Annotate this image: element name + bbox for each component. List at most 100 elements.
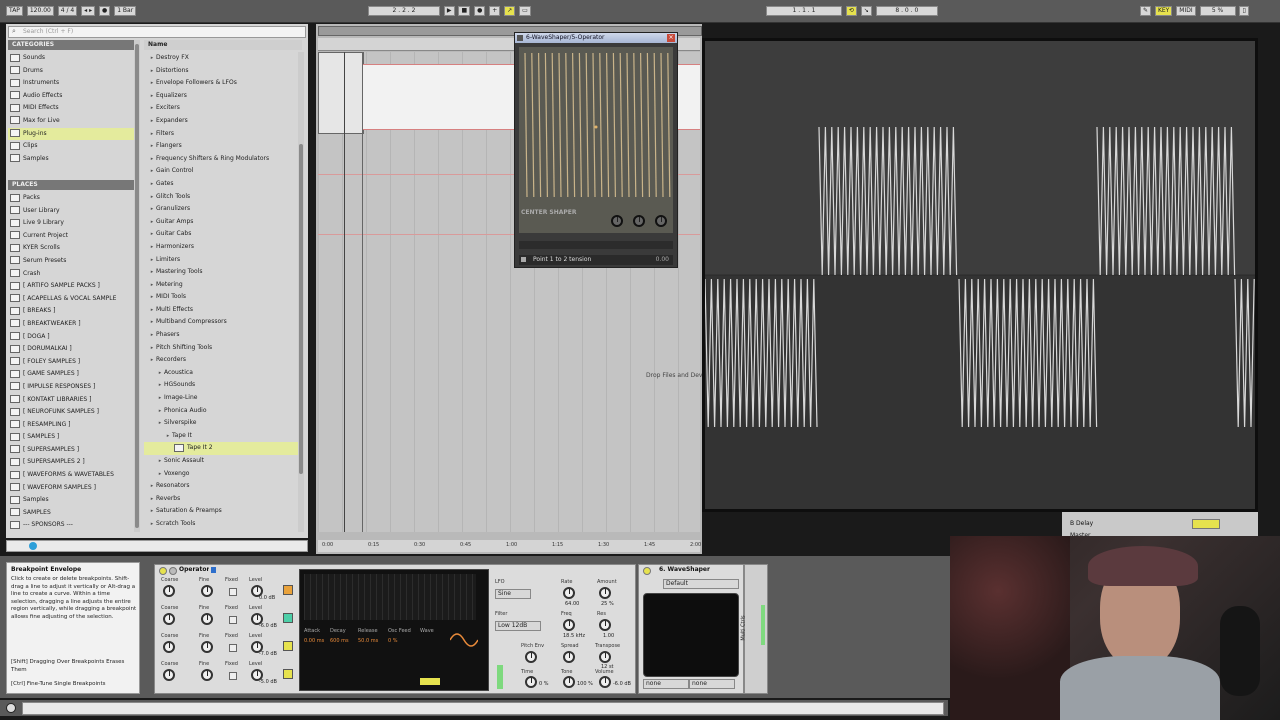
- browser-item[interactable]: ▸ Distortions: [144, 65, 298, 78]
- browser-item[interactable]: ▸ Envelope Followers & LFOs: [144, 77, 298, 90]
- browser-item[interactable]: ▸ Recorders: [144, 354, 298, 367]
- place-item[interactable]: Samples: [8, 494, 134, 507]
- expand-arrow-icon[interactable]: ▸: [148, 342, 156, 355]
- search-box[interactable]: ⌕ Search (Ctrl + F): [8, 26, 306, 38]
- arrangement-position[interactable]: 2 . 2 . 2: [368, 6, 440, 16]
- expand-arrow-icon[interactable]: ▸: [148, 279, 156, 292]
- category-item[interactable]: Clips: [8, 140, 134, 153]
- fine-knob[interactable]: [201, 585, 213, 597]
- category-item[interactable]: Drums: [8, 65, 134, 78]
- env-decay-value[interactable]: 600 ms: [330, 638, 349, 644]
- spread-knob[interactable]: [563, 651, 575, 663]
- browser-preview-strip[interactable]: [6, 540, 308, 552]
- res-knob[interactable]: [599, 619, 611, 631]
- place-item[interactable]: [ DORUMALKAI ]: [8, 343, 134, 356]
- browser-item[interactable]: ▸ Tape It: [144, 430, 298, 443]
- fine-knob[interactable]: [201, 641, 213, 653]
- expand-arrow-icon[interactable]: ▸: [148, 291, 156, 304]
- fixed-toggle[interactable]: [229, 588, 237, 596]
- expand-arrow-icon[interactable]: ▸: [148, 354, 156, 367]
- fixed-toggle[interactable]: [229, 616, 237, 624]
- plugin-knob-1[interactable]: [611, 215, 623, 227]
- browser-item[interactable]: ▸ Phonica Audio: [144, 405, 298, 418]
- place-item[interactable]: [ WAVEFORM SAMPLES ]: [8, 482, 134, 495]
- filter-type-select[interactable]: Low 12dB: [495, 621, 541, 631]
- expand-arrow-icon[interactable]: ▸: [148, 102, 156, 115]
- env-selector-buttons[interactable]: [420, 678, 440, 685]
- browser-item[interactable]: ▸ Destroy FX: [144, 52, 298, 65]
- browser-item[interactable]: ▸ Voxengo: [144, 468, 298, 481]
- info-toggle-icon[interactable]: [6, 703, 16, 713]
- expand-arrow-icon[interactable]: ▸: [148, 90, 156, 103]
- place-item[interactable]: [ GAME SAMPLES ]: [8, 368, 134, 381]
- place-item[interactable]: Serum Presets: [8, 255, 134, 268]
- expand-arrow-icon[interactable]: ▸: [148, 505, 156, 518]
- expand-arrow-icon[interactable]: ▸: [148, 266, 156, 279]
- expand-arrow-icon[interactable]: ▸: [148, 165, 156, 178]
- place-item[interactable]: Packs: [8, 192, 134, 205]
- place-item[interactable]: [ SAMPLES ]: [8, 431, 134, 444]
- expand-arrow-icon[interactable]: ▸: [156, 405, 164, 418]
- place-item[interactable]: [ SUPERSAMPLES ]: [8, 444, 134, 457]
- browser-item[interactable]: ▸ Harmonizers: [144, 241, 298, 254]
- browser-item[interactable]: ▸ Gain Control: [144, 165, 298, 178]
- coarse-knob[interactable]: [163, 641, 175, 653]
- automation-arm-button[interactable]: ↗: [504, 6, 516, 16]
- category-item[interactable]: Audio Effects: [8, 90, 134, 103]
- expand-arrow-icon[interactable]: ▸: [164, 430, 172, 443]
- tempo-field[interactable]: 120.00: [26, 6, 54, 16]
- browser-item[interactable]: ▸ Equalizers: [144, 90, 298, 103]
- category-item[interactable]: Samples: [8, 153, 134, 166]
- freq-knob[interactable]: [563, 619, 575, 631]
- place-item[interactable]: [ BREAKS ]: [8, 305, 134, 318]
- overdub-button[interactable]: +: [489, 6, 501, 16]
- browser-item[interactable]: ▸ Mastering Tools: [144, 266, 298, 279]
- expand-arrow-icon[interactable]: ▸: [148, 216, 156, 229]
- fine-knob[interactable]: [201, 669, 213, 681]
- delay-track-name[interactable]: B Delay: [1070, 520, 1093, 528]
- place-item[interactable]: [ ARTIFO SAMPLE PACKS ]: [8, 280, 134, 293]
- place-item[interactable]: [ BREAKTWEAKER ]: [8, 318, 134, 331]
- place-item[interactable]: [ RESAMPLING ]: [8, 419, 134, 432]
- expand-arrow-icon[interactable]: ▸: [148, 52, 156, 65]
- category-item[interactable]: Sounds: [8, 52, 134, 65]
- transpose-knob[interactable]: [599, 651, 611, 663]
- expand-arrow-icon[interactable]: ▸: [148, 115, 156, 128]
- expand-arrow-icon[interactable]: ▸: [148, 140, 156, 153]
- coarse-knob[interactable]: [163, 613, 175, 625]
- browser-item[interactable]: ▸ Reverbs: [144, 493, 298, 506]
- quantize-select[interactable]: 1 Bar: [114, 6, 137, 16]
- draw-mode-button[interactable]: ✎: [1140, 6, 1152, 16]
- expand-arrow-icon[interactable]: ▸: [148, 241, 156, 254]
- clip-region[interactable]: [318, 52, 364, 134]
- browser-item[interactable]: ▸ Flangers: [144, 140, 298, 153]
- browser-item[interactable]: ▸ Filters: [144, 128, 298, 141]
- rate-knob[interactable]: [563, 587, 575, 599]
- oscillator-select-button[interactable]: [283, 613, 293, 623]
- expand-arrow-icon[interactable]: ▸: [148, 77, 156, 90]
- expand-arrow-icon[interactable]: ▸: [148, 518, 156, 531]
- lfo-wave-select[interactable]: Sine: [495, 589, 531, 599]
- place-item[interactable]: [ ACAPELLAS & VOCAL SAMPLE: [8, 293, 134, 306]
- env-release-value[interactable]: 50.0 ms: [358, 638, 378, 644]
- time-knob[interactable]: [525, 676, 537, 688]
- expand-arrow-icon[interactable]: ▸: [148, 128, 156, 141]
- fine-knob[interactable]: [201, 613, 213, 625]
- category-item[interactable]: Plug-ins: [8, 127, 134, 141]
- place-item[interactable]: User Library: [8, 205, 134, 218]
- envelope-graph[interactable]: [304, 574, 476, 620]
- nudge-buttons[interactable]: ◂ ▸: [81, 6, 96, 16]
- plugin-knob-2[interactable]: [633, 215, 645, 227]
- envelope-display[interactable]: Attack Decay Release Osc Feed Wave 0.00 …: [299, 569, 489, 691]
- volume-knob[interactable]: [599, 676, 611, 688]
- punch-in-button[interactable]: ↘: [860, 6, 872, 16]
- loop-length-field[interactable]: 8 . 0 . 0: [875, 6, 938, 16]
- place-item[interactable]: KYER Scrolls: [8, 242, 134, 255]
- browser-item[interactable]: ▸ Metering: [144, 279, 298, 292]
- browser-item[interactable]: ▸ Sonic Assault: [144, 455, 298, 468]
- track-volume[interactable]: [1192, 519, 1220, 529]
- place-item[interactable]: [ DOGA ]: [8, 331, 134, 344]
- expand-arrow-icon[interactable]: ▸: [148, 153, 156, 166]
- key-map-button[interactable]: KEY: [1154, 6, 1173, 16]
- env-feed-value[interactable]: 0 %: [388, 638, 398, 644]
